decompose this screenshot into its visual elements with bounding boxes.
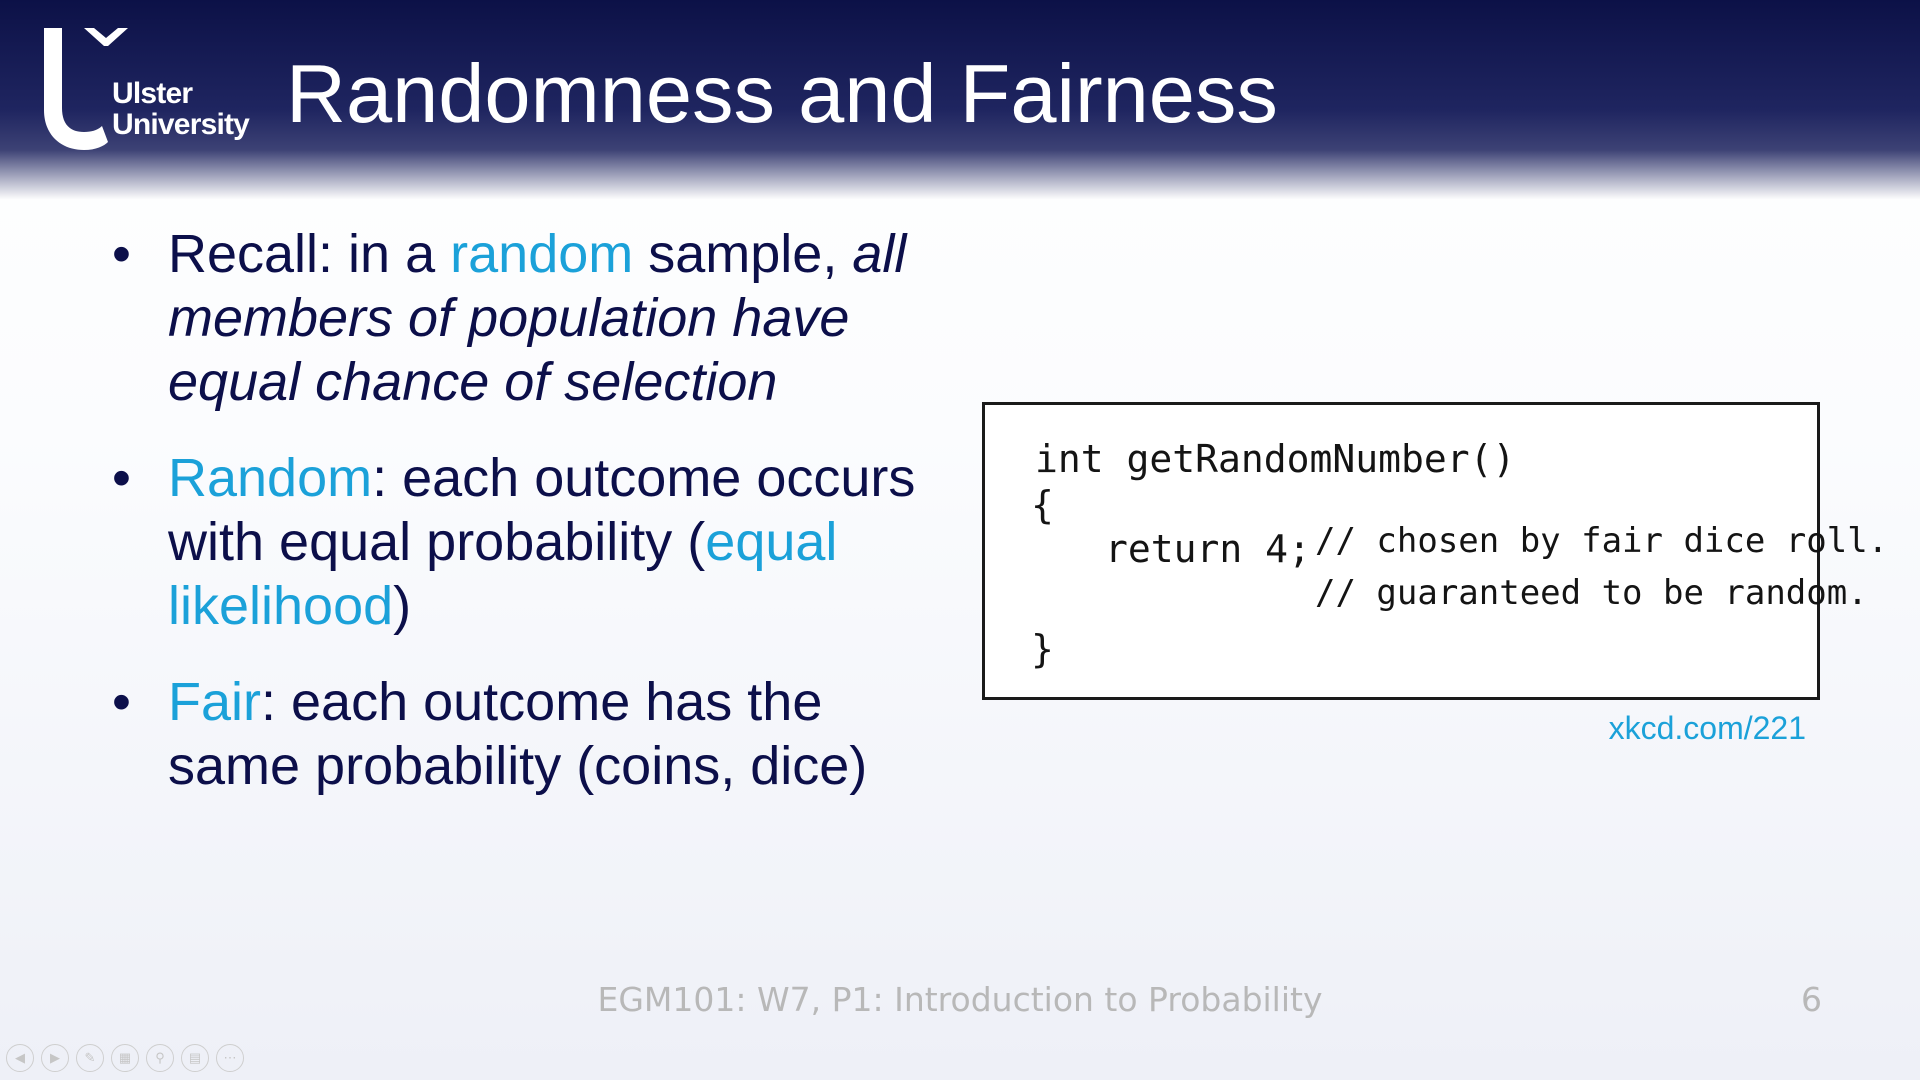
subtitles-icon[interactable]: ▤ [181,1044,209,1072]
zoom-icon[interactable]: ⚲ [146,1044,174,1072]
bullet-item: Fair: each outcome has the same probabil… [112,670,942,798]
logo-line-1: Ulster [112,77,193,110]
slides-icon[interactable]: ▦ [111,1044,139,1072]
logo-wordmark: Ulster University [112,77,250,141]
prev-icon[interactable]: ◀ [6,1044,34,1072]
comic-return-statement: return 4; [1105,527,1311,571]
bullet-text: Recall: in a [168,224,451,284]
slide-header: Ulster University Randomness and Fairnes… [0,0,1920,200]
highlighted-term: random [450,224,634,284]
slide-number: 6 [1801,980,1822,1019]
slide-footer: EGM101: W7, P1: Introduction to Probabil… [597,980,1323,1019]
comic-open-brace: { [1031,483,1054,527]
xkcd-comic-panel: int getRandomNumber() { return 4; // cho… [982,402,1888,700]
highlighted-term: Random [168,448,373,508]
bullet-text: sample, [633,224,853,284]
comic-credit-link[interactable]: xkcd.com/221 [1609,710,1806,747]
more-icon[interactable]: ⋯ [216,1044,244,1072]
bullet-list: Recall: in a random sample, all members … [112,222,942,830]
bullet-text: : each outcome has the same probability … [168,672,868,796]
highlighted-term: Fair [168,672,261,732]
logo-line-2: University [112,108,250,141]
ulster-university-logo: Ulster University [26,26,266,166]
comic-close-brace: } [1031,627,1054,671]
bullet-item: Recall: in a random sample, all members … [112,222,942,414]
bullet-text: ) [393,576,412,636]
presentation-controls: ◀ ▶ ✎ ▦ ⚲ ▤ ⋯ [6,1044,244,1072]
pen-icon[interactable]: ✎ [76,1044,104,1072]
bullet-item: Random: each outcome occurs with equal p… [112,446,942,638]
comic-comment-2: // guaranteed to be random. [1315,573,1868,613]
slide-title: Randomness and Fairness [286,47,1278,140]
next-icon[interactable]: ▶ [41,1044,69,1072]
comic-code-signature: int getRandomNumber() [1035,437,1516,481]
comic-comment-1: // chosen by fair dice roll. [1315,521,1889,561]
